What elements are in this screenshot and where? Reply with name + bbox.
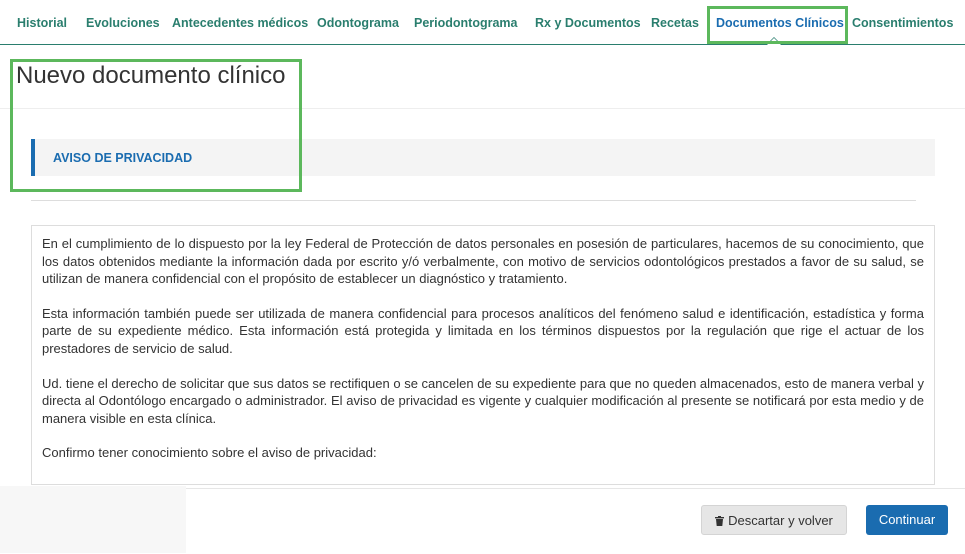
- section-label: AVISO DE PRIVACIDAD: [53, 151, 193, 165]
- tab-historial[interactable]: Historial: [17, 0, 67, 44]
- page-title: Nuevo documento clínico: [16, 62, 286, 89]
- section-header: AVISO DE PRIVACIDAD: [31, 139, 935, 176]
- action-footer: [186, 488, 965, 554]
- document-paragraph: Ud. tiene el derecho de solicitar que su…: [42, 375, 924, 426]
- active-tab-indicator: [765, 37, 782, 45]
- footer-left-panel: [0, 486, 186, 553]
- section-accent: [31, 139, 35, 176]
- document-paragraph: En el cumplimiento de lo dispuesto por l…: [42, 236, 924, 287]
- tab-documentos-clinicos[interactable]: Documentos Clínicos: [716, 0, 844, 45]
- document-paragraph: Esta información también puede ser utili…: [42, 305, 924, 356]
- tab-bar: Historial Evoluciones Antecedentes médic…: [0, 0, 965, 45]
- discard-button-label: Descartar y volver: [728, 513, 833, 528]
- discard-and-return-button[interactable]: Descartar y volver: [701, 505, 847, 535]
- document-text-area[interactable]: En el cumplimiento de lo dispuesto por l…: [31, 225, 935, 485]
- tab-recetas[interactable]: Recetas: [651, 0, 699, 44]
- content-divider: [31, 200, 916, 201]
- trash-icon: [715, 516, 725, 526]
- tab-periodontograma[interactable]: Periodontograma: [414, 0, 518, 44]
- tab-consentimientos[interactable]: Consentimientos: [852, 0, 953, 44]
- tab-evoluciones[interactable]: Evoluciones: [86, 0, 160, 44]
- tab-documentos-clinicos-label: Documentos Clínicos: [716, 16, 844, 30]
- document-paragraph: Confirmo tener conocimiento sobre el avi…: [42, 445, 377, 461]
- tab-odontograma[interactable]: Odontograma: [317, 0, 399, 44]
- continue-button[interactable]: Continuar: [866, 505, 948, 535]
- tab-rx-y-documentos[interactable]: Rx y Documentos: [535, 0, 641, 44]
- tab-antecedentes-medicos[interactable]: Antecedentes médicos: [172, 0, 308, 44]
- title-separator: [0, 108, 965, 109]
